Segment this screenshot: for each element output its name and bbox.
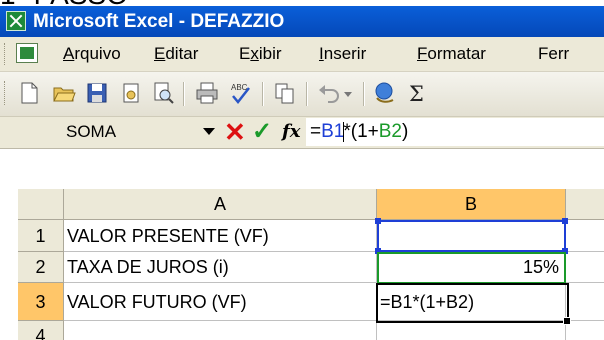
menu-bar: Arquivo Editar Exibir Inserir Formatar F… (0, 37, 604, 72)
print-preview-icon[interactable] (150, 80, 176, 106)
excel-app-icon[interactable] (6, 11, 26, 31)
cell-c2[interactable] (566, 252, 604, 283)
menu-editar[interactable]: Editar (154, 37, 198, 71)
column-header-a[interactable]: A (64, 189, 377, 220)
toolbar-grip[interactable] (4, 81, 8, 105)
svg-text:Σ: Σ (409, 82, 424, 106)
range-highlight-b1 (375, 218, 568, 254)
svg-text:ABC: ABC (231, 83, 248, 92)
cell-a3[interactable]: VALOR FUTURO (VF) (64, 283, 377, 321)
select-all-corner[interactable] (18, 189, 64, 220)
toolbar-separator (262, 82, 264, 106)
title-bar: Microsoft Excel - DEFAZZIO (0, 6, 604, 37)
cell-a4[interactable] (64, 321, 377, 340)
sheet-left-margin (0, 189, 18, 340)
menu-formatar[interactable]: Formatar (417, 37, 486, 71)
enter-check-icon[interactable]: ✓ (252, 118, 272, 146)
menu-arquivo[interactable]: Arquivo (63, 37, 121, 71)
cell-c4[interactable] (566, 321, 604, 340)
cell-a1[interactable]: VALOR PRESENTE (VF) (64, 220, 377, 252)
cell-c1[interactable] (566, 220, 604, 252)
column-header-b[interactable]: B (377, 189, 566, 220)
menu-grip[interactable] (4, 43, 8, 65)
standard-toolbar: ABC Σ (0, 72, 604, 117)
formula-input[interactable]: =B1*(1+B2) (306, 118, 604, 146)
undo-dropdown-icon[interactable] (341, 80, 355, 106)
toolbar-separator (363, 82, 365, 106)
row-header-3[interactable]: 3 (18, 283, 64, 321)
fill-handle[interactable] (563, 317, 571, 325)
toolbar-separator (183, 82, 185, 106)
window-title: Microsoft Excel - DEFAZZIO (33, 11, 285, 32)
workbook-icon[interactable] (16, 43, 38, 63)
hyperlink-icon[interactable] (372, 80, 398, 106)
undo-icon[interactable] (316, 80, 342, 106)
cell-a2[interactable]: TAXA DE JUROS (i) (64, 252, 377, 283)
row-header-4[interactable]: 4 (18, 321, 64, 340)
toolbar-separator (306, 82, 308, 106)
formula-bar: SOMA ✕ ✓ fx =B1*(1+B2) (0, 117, 604, 149)
row-header-1[interactable]: 1 (18, 220, 64, 252)
copy-icon[interactable] (272, 80, 298, 106)
menu-inserir[interactable]: Inserir (319, 37, 366, 71)
print-icon[interactable] (194, 80, 220, 106)
new-document-icon[interactable] (16, 80, 42, 106)
name-box[interactable]: SOMA (66, 119, 246, 145)
insert-function-icon[interactable]: fx (282, 119, 300, 145)
range-handle (562, 218, 568, 224)
sheet-gap (0, 149, 604, 189)
chevron-down-icon[interactable] (203, 128, 215, 135)
range-highlight-b2 (377, 252, 566, 284)
spelling-icon[interactable]: ABC (228, 80, 254, 106)
active-cell-border (376, 283, 571, 325)
cancel-icon[interactable]: ✕ (224, 118, 246, 146)
column-header-c[interactable] (566, 189, 604, 220)
menu-ferramentas[interactable]: Ferr (538, 37, 569, 71)
row-header-2[interactable]: 2 (18, 252, 64, 283)
save-disk-icon[interactable] (84, 80, 110, 106)
permission-icon[interactable] (118, 80, 144, 106)
range-handle (375, 218, 381, 224)
menu-exibir[interactable]: Exibir (239, 37, 282, 71)
open-folder-icon[interactable] (51, 80, 77, 106)
cell-c3[interactable] (566, 283, 604, 321)
autosum-icon[interactable]: Σ (405, 80, 431, 106)
cell-b4[interactable] (377, 321, 566, 340)
